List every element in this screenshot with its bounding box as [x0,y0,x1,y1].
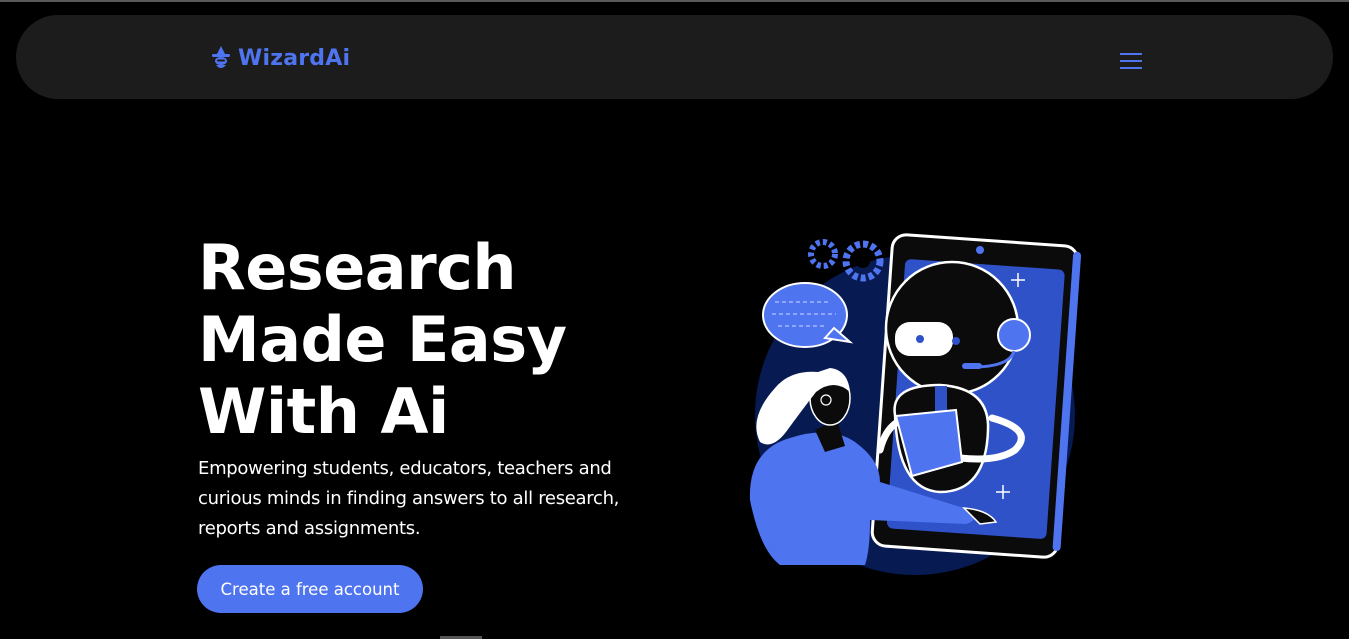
hero-subtitle: Empowering students, educators, teachers… [198,458,620,539]
hero-title-line: Made Easy [198,303,567,376]
window-top-border [0,0,1349,2]
navbar: WizardAi [16,15,1333,99]
hero-title-line: Research [198,231,517,304]
hero-title-line: With Ai [198,375,449,448]
hero-title: Research Made Easy With Ai [198,232,678,448]
brand-logo[interactable]: WizardAi [208,42,350,74]
brand-name: WizardAi [238,45,351,71]
wizard-icon [212,46,230,68]
create-account-button[interactable]: Create a free account [197,565,423,613]
hamburger-menu-icon[interactable] [1120,53,1142,69]
robot-assistant-illustration [749,233,1082,575]
